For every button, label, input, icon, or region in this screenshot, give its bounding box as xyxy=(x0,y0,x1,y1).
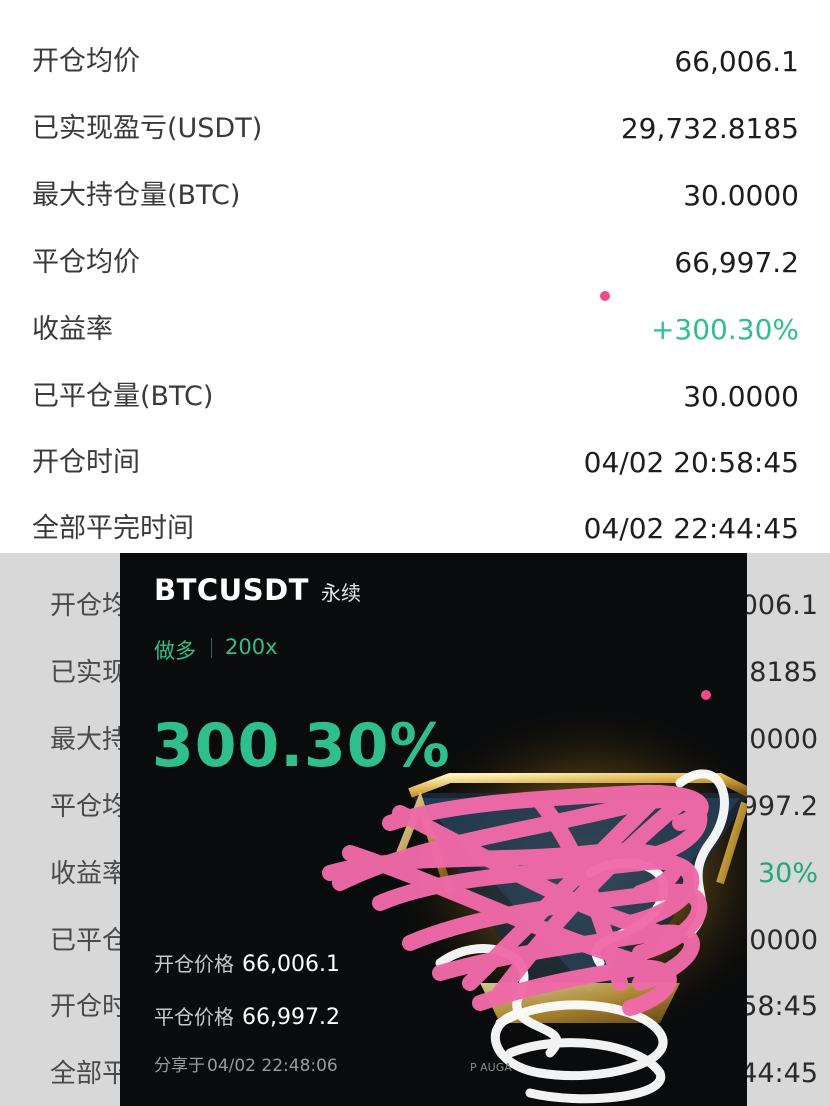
dim-value: 44:45 xyxy=(740,1058,818,1089)
detail-row-avg-close-price: 平仓均价 66,997.2 xyxy=(0,243,830,283)
dim-value: 58:45 xyxy=(740,991,818,1022)
roe-label: 收益率 xyxy=(32,314,113,345)
open-time-label: 开仓时间 xyxy=(32,447,140,478)
detail-row-roe: 收益率 +300.30% xyxy=(0,310,830,350)
detail-row-open-time: 开仓时间 04/02 20:58:45 xyxy=(0,443,830,483)
dim-value: 8185 xyxy=(749,657,818,688)
side-leverage-divider xyxy=(211,638,212,658)
close-price-line: 平仓价格 66,997.2 xyxy=(154,1001,340,1031)
dim-value: 0000 xyxy=(749,724,818,755)
avg-open-price-label: 开仓均价 xyxy=(32,46,140,77)
detail-row-realized-pnl: 已实现盈亏(USDT) 29,732.8185 xyxy=(0,109,830,149)
pink-mark xyxy=(600,291,610,301)
symbol-title: BTCUSDT xyxy=(154,573,309,607)
roe-percentage: 300.30% xyxy=(152,711,451,781)
roe-value: +300.30% xyxy=(650,313,799,346)
realized-pnl-value: 29,732.8185 xyxy=(620,112,799,145)
detail-row-avg-open-price: 开仓均价 66,006.1 xyxy=(0,42,830,82)
shared-at-label: 分享于 xyxy=(154,1056,205,1076)
detail-row-full-close-time: 全部平完时间 04/02 22:44:45 xyxy=(0,509,830,549)
avg-close-price-value: 66,997.2 xyxy=(674,246,799,279)
dim-label: 最大持 xyxy=(50,725,129,755)
max-position-label: 最大持仓量(BTC) xyxy=(32,180,241,211)
avg-close-price-label: 平仓均价 xyxy=(32,247,140,278)
full-close-time-value: 04/02 22:44:45 xyxy=(583,512,799,545)
closed-amount-label: 已平仓量(BTC) xyxy=(32,381,214,412)
realized-pnl-label: 已实现盈亏(USDT) xyxy=(32,113,263,144)
detail-row-max-position: 最大持仓量(BTC) 30.0000 xyxy=(0,176,830,216)
close-price-value: 66,997.2 xyxy=(242,1005,340,1030)
dim-value: 006.1 xyxy=(740,590,818,621)
leverage-label: 200x xyxy=(225,635,278,659)
detail-row-closed-amount: 已平仓量(BTC) 30.0000 xyxy=(0,377,830,417)
shared-at-line: 分享于 04/02 22:48:06 xyxy=(154,1051,338,1076)
pink-mark xyxy=(701,690,711,700)
shared-at-time: 04/02 22:48:06 xyxy=(207,1056,338,1076)
avg-open-price-value: 66,006.1 xyxy=(674,45,799,78)
open-price-line: 开仓价格 66,006.1 xyxy=(154,948,340,978)
open-price-value: 66,006.1 xyxy=(242,952,340,977)
card-footer-text: P AUGA xyxy=(470,1061,512,1074)
close-price-label: 平仓价格 xyxy=(154,1005,234,1029)
dim-label: 收益率 xyxy=(50,859,129,889)
dim-label: 开仓时 xyxy=(50,992,129,1022)
dim-label: 平仓均 xyxy=(50,792,129,822)
dim-label: 已平仓 xyxy=(50,926,129,956)
open-time-value: 04/02 20:58:45 xyxy=(583,446,799,479)
dim-value: 30% xyxy=(757,858,818,889)
dim-label: 开仓均 xyxy=(50,591,129,621)
dim-label: 已实现 xyxy=(50,658,129,688)
open-price-label: 开仓价格 xyxy=(154,952,234,976)
closed-amount-value: 30.0000 xyxy=(683,380,799,413)
dim-label: 全部平 xyxy=(50,1059,129,1089)
position-details-panel: 开仓均价 66,006.1 已实现盈亏(USDT) 29,732.8185 最大… xyxy=(0,0,830,553)
dim-value: 997.2 xyxy=(740,791,818,822)
position-side-label: 做多 xyxy=(154,639,196,663)
contract-type-label: 永续 xyxy=(321,581,361,605)
full-close-time-label: 全部平完时间 xyxy=(32,513,194,544)
dim-value: 0000 xyxy=(749,925,818,956)
pnl-share-card[interactable]: BTCUSDT 永续 做多 200x 300.30% 开仓价格 66,006.1 … xyxy=(120,553,747,1106)
max-position-value: 30.0000 xyxy=(683,179,799,212)
